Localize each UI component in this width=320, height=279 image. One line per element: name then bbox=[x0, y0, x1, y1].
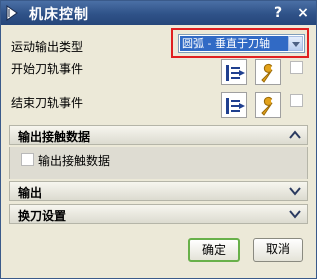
dialog-icon bbox=[5, 5, 19, 21]
end-event-edit-button[interactable] bbox=[255, 92, 281, 118]
output-contact-data-checkbox[interactable] bbox=[21, 153, 34, 166]
end-event-label: 结束刀轨事件 bbox=[11, 96, 84, 110]
motion-output-label: 运动输出类型 bbox=[11, 40, 84, 54]
start-event-checkbox[interactable] bbox=[290, 61, 303, 74]
start-event-edit-button[interactable] bbox=[255, 59, 281, 85]
event-list-icon bbox=[226, 98, 245, 114]
title-bar: 机床控制 ? × bbox=[1, 1, 316, 25]
section-contact-data-header[interactable]: 输出接触数据 bbox=[9, 125, 308, 145]
section-contact-data-body: 输出接触数据 bbox=[9, 147, 308, 179]
start-event-list-button[interactable] bbox=[221, 59, 247, 85]
section-tool-change-title: 换刀设置 bbox=[18, 209, 67, 223]
dialog-title: 机床控制 bbox=[29, 7, 89, 23]
wrench-icon bbox=[261, 63, 275, 83]
close-icon[interactable]: × bbox=[294, 4, 312, 22]
event-list-icon bbox=[226, 65, 245, 81]
start-event-label: 开始刀轨事件 bbox=[11, 62, 84, 76]
end-event-checkbox[interactable] bbox=[290, 94, 303, 107]
section-contact-data-title: 输出接触数据 bbox=[18, 130, 91, 144]
cancel-button[interactable]: 取消 bbox=[253, 238, 303, 262]
wrench-icon bbox=[261, 96, 275, 116]
ok-button[interactable]: 确定 bbox=[188, 238, 240, 262]
chevron-up-icon[interactable] bbox=[289, 129, 301, 141]
chevron-down-icon[interactable] bbox=[289, 208, 301, 220]
section-output-title: 输出 bbox=[18, 186, 43, 200]
highlight-frame bbox=[171, 28, 309, 58]
section-tool-change-header[interactable]: 换刀设置 bbox=[9, 204, 308, 224]
output-contact-data-label: 输出接触数据 bbox=[38, 154, 111, 168]
machine-control-dialog: 机床控制 ? × 运动输出类型 圆弧 - 垂直于刀轴 开始刀轨事件 结束刀轨事件 bbox=[0, 0, 317, 279]
help-icon[interactable]: ? bbox=[269, 4, 287, 22]
section-output-header[interactable]: 输出 bbox=[9, 181, 308, 201]
end-event-list-button[interactable] bbox=[221, 92, 247, 118]
chevron-down-icon[interactable] bbox=[289, 185, 301, 197]
